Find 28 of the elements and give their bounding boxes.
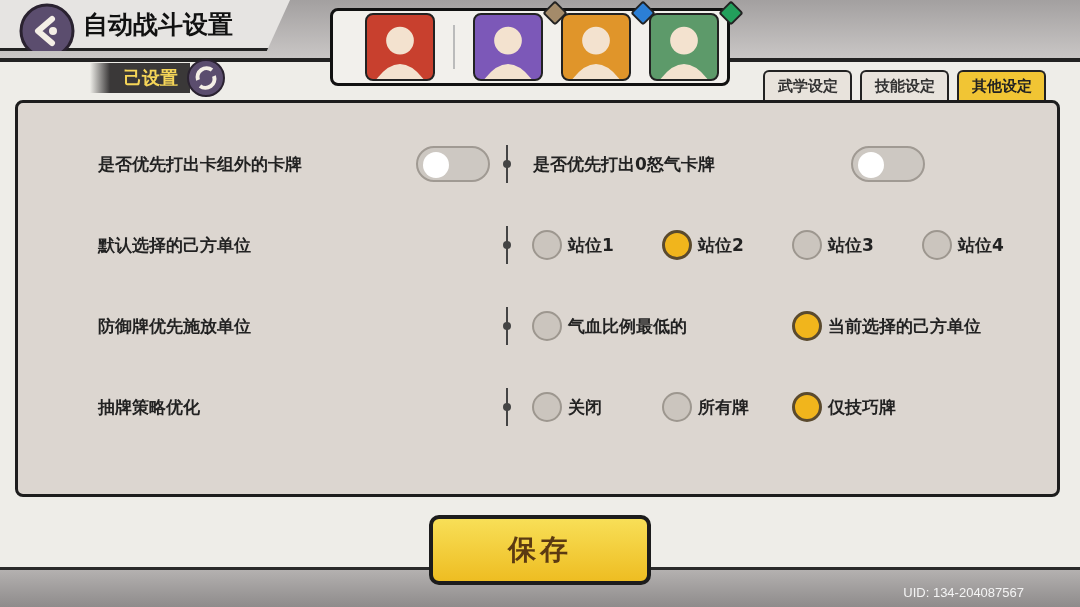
radio-option[interactable]: 站位2 [662, 230, 744, 260]
setting-label: 抽牌策略优化 [98, 395, 200, 419]
setting-label: 默认选择的己方单位 [98, 233, 251, 257]
toggle-switch[interactable] [851, 146, 925, 182]
radio-option[interactable]: 关闭 [532, 392, 602, 422]
radio-option[interactable]: 站位3 [792, 230, 874, 260]
uid-label: UID: 134-204087567 [903, 585, 1024, 600]
setting-label: 防御牌优先施放单位 [98, 314, 251, 338]
toggle-switch[interactable] [416, 146, 490, 182]
settings-tab[interactable]: 武学设定 [763, 70, 852, 100]
settings-tab[interactable]: 技能设定 [860, 70, 949, 100]
character-portrait[interactable] [649, 13, 719, 81]
settings-tab[interactable]: 其他设定 [957, 70, 1046, 100]
character-portrait[interactable] [561, 13, 631, 81]
character-portrait[interactable] [365, 13, 435, 81]
page-title: 自动战斗设置 [83, 8, 233, 41]
radio-option[interactable]: 当前选择的己方单位 [792, 311, 981, 341]
radio-option[interactable]: 气血比例最低的 [532, 311, 687, 341]
refresh-icon[interactable] [186, 58, 226, 98]
setting-label: 是否优先打出0怒气卡牌 [533, 152, 715, 176]
radio-option[interactable]: 站位4 [922, 230, 1004, 260]
status-label: 己设置 [90, 63, 190, 93]
character-portrait[interactable] [473, 13, 543, 81]
setting-label: 是否优先打出卡组外的卡牌 [98, 152, 302, 176]
radio-option[interactable]: 所有牌 [662, 392, 749, 422]
radio-option[interactable]: 仅技巧牌 [792, 392, 896, 422]
save-button[interactable]: 保存 [429, 515, 651, 585]
radio-option[interactable]: 站位1 [532, 230, 614, 260]
